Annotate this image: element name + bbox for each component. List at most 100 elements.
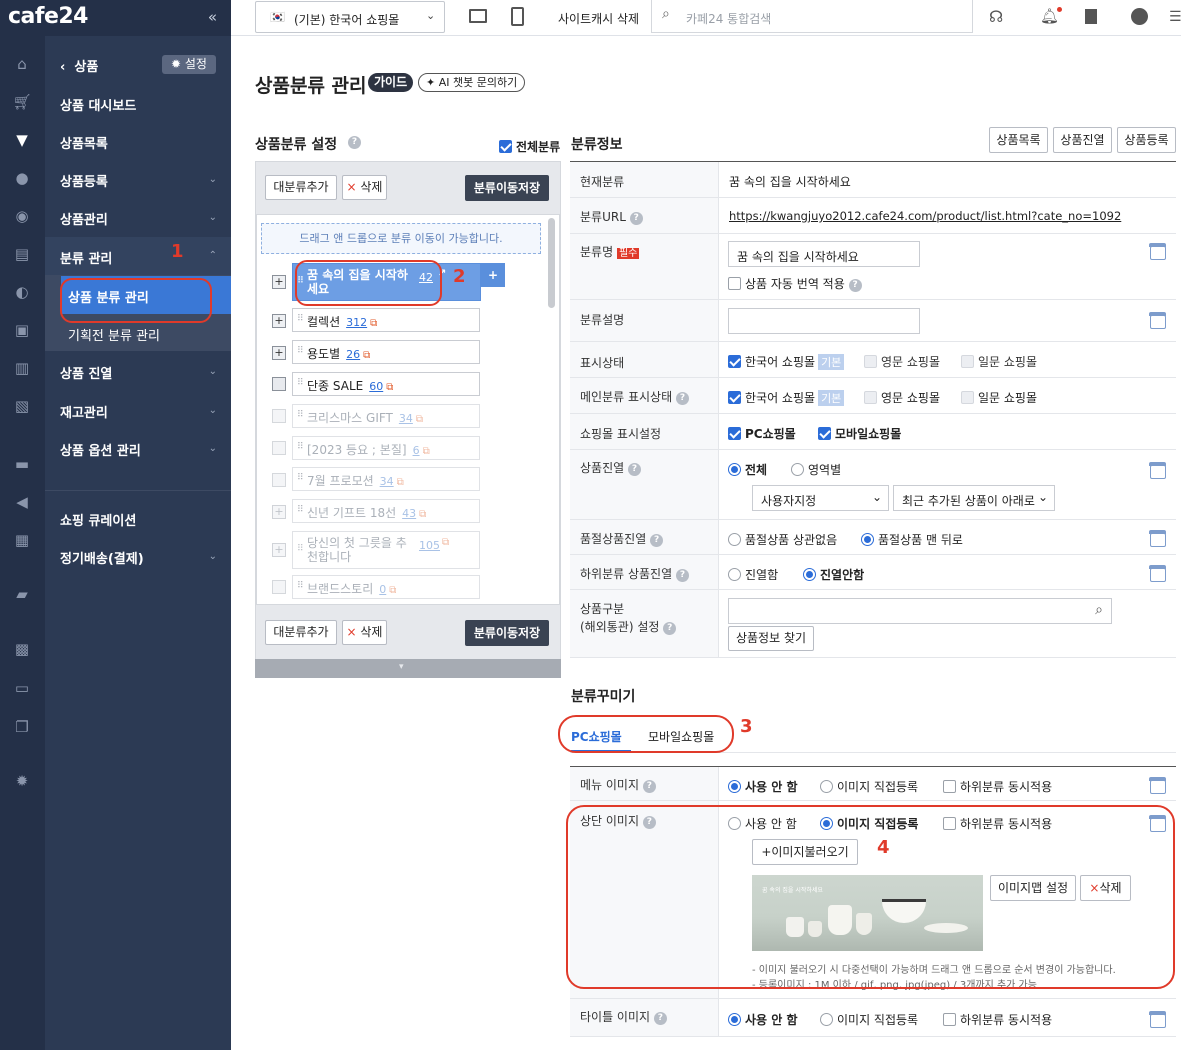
- sidebar-item-category-manage[interactable]: 분류 관리: [60, 248, 112, 267]
- tree-item-count[interactable]: 105: [419, 539, 440, 552]
- stats-icon[interactable]: ▥: [12, 359, 32, 377]
- external-link-icon[interactable]: ⧉: [397, 477, 404, 488]
- category-name-input[interactable]: 꿈 속의 집을 시작하세요: [728, 241, 920, 267]
- sub-display-yes-radio[interactable]: 진열함: [728, 566, 778, 583]
- tree-item[interactable]: ⠿ 용도별 26 ⧉: [292, 340, 480, 364]
- display-area-radio[interactable]: 영역별: [791, 461, 841, 478]
- gear-icon[interactable]: ✹: [12, 772, 32, 790]
- soldout-none-radio[interactable]: 품절상품 상관없음: [728, 531, 837, 548]
- cart-icon[interactable]: 🛒︎: [12, 93, 32, 111]
- store-icon[interactable]: [1149, 565, 1166, 582]
- search-icon[interactable]: ⌕: [1095, 602, 1103, 618]
- sidebar-item-subscription[interactable]: 정기배송(결제): [60, 548, 144, 567]
- help-icon[interactable]: ?: [628, 463, 641, 476]
- bag-icon[interactable]: ▬: [12, 455, 32, 473]
- product-list-button[interactable]: 상품목록: [989, 127, 1048, 153]
- help-icon[interactable]: ?: [629, 212, 643, 225]
- title-upload-radio[interactable]: 이미지 직접등록: [820, 1011, 918, 1028]
- folder-icon[interactable]: ▭: [12, 679, 32, 697]
- all-category-checkbox[interactable]: 전체분류: [499, 138, 560, 155]
- shop-select[interactable]: 🇰🇷︎ (기본) 한국어 쇼핑몰 ⌄: [255, 1, 445, 33]
- search-input[interactable]: 카페24 통합검색: [686, 10, 771, 27]
- sidebar-item-inventory[interactable]: 재고관리: [60, 402, 108, 421]
- display-jp-checkbox[interactable]: 일문 쇼핑몰: [961, 353, 1037, 370]
- tree-item-count[interactable]: 26: [346, 348, 360, 361]
- store-icon[interactable]: [1149, 1011, 1166, 1028]
- order-sort-select[interactable]: 최근 추가된 상품이 아래로 ⌄: [893, 485, 1055, 511]
- grid-icon[interactable]: ▩: [12, 640, 32, 658]
- external-link-icon[interactable]: ⧉: [416, 414, 423, 425]
- tree-item[interactable]: ⠿ 당신의 첫 그릇을 추천합니다 105 ⧉: [292, 531, 480, 569]
- home-icon[interactable]: ⌂: [12, 55, 32, 73]
- store-icon[interactable]: [1149, 530, 1166, 547]
- ai-chatbot-button[interactable]: ✦ AI 챗봇 문의하기: [418, 73, 526, 92]
- menu-icon[interactable]: ☰: [1169, 9, 1181, 25]
- tree-scrollbar[interactable]: [548, 218, 555, 308]
- mobile-mall-checkbox[interactable]: 모바일쇼핑몰: [818, 425, 901, 442]
- add-top-category-button[interactable]: 대분류추가: [265, 175, 337, 200]
- tree-item-count[interactable]: 34: [399, 412, 413, 425]
- product-type-input[interactable]: ⌕: [728, 598, 1112, 624]
- product-display-button[interactable]: 상품진열: [1053, 127, 1112, 153]
- tree-item[interactable]: ⠿ [2023 등요 ; 본질] 6 ⧉: [292, 436, 480, 460]
- category-desc-input[interactable]: [728, 308, 920, 334]
- bookmark-icon[interactable]: [1085, 9, 1097, 24]
- delete-category-button[interactable]: × 삭제: [342, 175, 387, 200]
- find-product-info-button[interactable]: 상품정보 찾기: [728, 626, 814, 651]
- help-icon[interactable]: ?: [675, 569, 689, 582]
- sub-display-no-radio[interactable]: 진열안함: [803, 566, 864, 583]
- tree-item-count[interactable]: 60: [369, 380, 383, 393]
- sidebar-item-curation[interactable]: 쇼핑 큐레이션: [60, 510, 136, 529]
- menu-notuse-radio[interactable]: 사용 안 함: [728, 778, 798, 795]
- order-type-select[interactable]: 사용자지정 ⌄: [752, 485, 889, 511]
- tree-item[interactable]: ⠿ 브랜드스토리 0 ⧉: [292, 575, 480, 599]
- user-icon[interactable]: [1131, 8, 1148, 25]
- menu-apply-sub-checkbox[interactable]: 하위분류 동시적용: [943, 778, 1052, 795]
- headset-icon[interactable]: ☊: [989, 7, 1003, 26]
- pc-mall-checkbox[interactable]: PC쇼핑몰: [728, 425, 796, 442]
- cafe24-logo[interactable]: cafe24: [8, 4, 89, 29]
- tshirt-icon[interactable]: ▼: [12, 131, 32, 149]
- mobile-view-icon[interactable]: [511, 7, 524, 26]
- auto-translate-checkbox[interactable]: 상품 자동 번역 적용 ?: [728, 275, 862, 292]
- sidebar-item-option-manage[interactable]: 상품 옵션 관리: [60, 440, 141, 459]
- main-display-en-checkbox[interactable]: 영문 쇼핑몰: [864, 389, 940, 406]
- tree-item-count[interactable]: 6: [413, 444, 420, 457]
- menu-upload-radio[interactable]: 이미지 직접등록: [820, 778, 918, 795]
- sidebar-item-dashboard[interactable]: 상품 대시보드: [60, 95, 136, 114]
- help-icon[interactable]: ?: [642, 780, 656, 793]
- category-url-link[interactable]: https://kwangjuyo2012.cafe24.com/product…: [729, 209, 1121, 223]
- excel-icon[interactable]: ▧: [12, 397, 32, 415]
- external-link-icon[interactable]: ⧉: [442, 537, 449, 548]
- settings-button[interactable]: ✹ 설정: [162, 55, 216, 74]
- external-link-icon[interactable]: ⧉: [363, 350, 370, 361]
- help-icon[interactable]: ?: [650, 534, 664, 547]
- back-to-product[interactable]: ‹ 상품: [60, 56, 98, 75]
- tree-item-count[interactable]: 312: [346, 316, 367, 329]
- display-en-checkbox[interactable]: 영문 쇼핑몰: [864, 353, 940, 370]
- board-icon[interactable]: ▤: [12, 245, 32, 263]
- help-icon[interactable]: ?: [348, 136, 361, 149]
- tree-item[interactable]: ⠿ 컬렉션 312 ⧉: [292, 308, 480, 332]
- external-link-icon[interactable]: ⧉: [419, 509, 426, 520]
- store-icon[interactable]: [1149, 462, 1166, 479]
- tree-item[interactable]: ⠿ 7월 프로모션 34 ⧉: [292, 467, 480, 491]
- copy-icon[interactable]: ❐: [12, 718, 32, 736]
- main-display-jp-checkbox[interactable]: 일문 쇼핑몰: [961, 389, 1037, 406]
- search-box[interactable]: ⌕ 카페24 통합검색: [651, 0, 973, 33]
- tree-item-count[interactable]: 34: [380, 475, 394, 488]
- title-notuse-radio[interactable]: 사용 안 함: [728, 1011, 798, 1028]
- pc-view-icon[interactable]: [469, 9, 487, 23]
- store-icon[interactable]: [1149, 777, 1166, 794]
- truck-icon[interactable]: ▰: [12, 585, 32, 603]
- app-icon[interactable]: ▦: [12, 531, 32, 549]
- soldout-back-radio[interactable]: 품절상품 맨 뒤로: [861, 531, 963, 548]
- save-move-button[interactable]: 분류이동저장: [465, 175, 549, 201]
- tree-item-count[interactable]: 0: [379, 583, 386, 596]
- chat-icon[interactable]: ◉: [12, 207, 32, 225]
- expand-icon[interactable]: +: [272, 543, 286, 557]
- product-register-button[interactable]: 상품등록: [1117, 127, 1176, 153]
- delete-category-button-bottom[interactable]: × 삭제: [342, 620, 387, 645]
- store-icon[interactable]: [1149, 312, 1166, 329]
- palette-icon[interactable]: ◐: [12, 283, 32, 301]
